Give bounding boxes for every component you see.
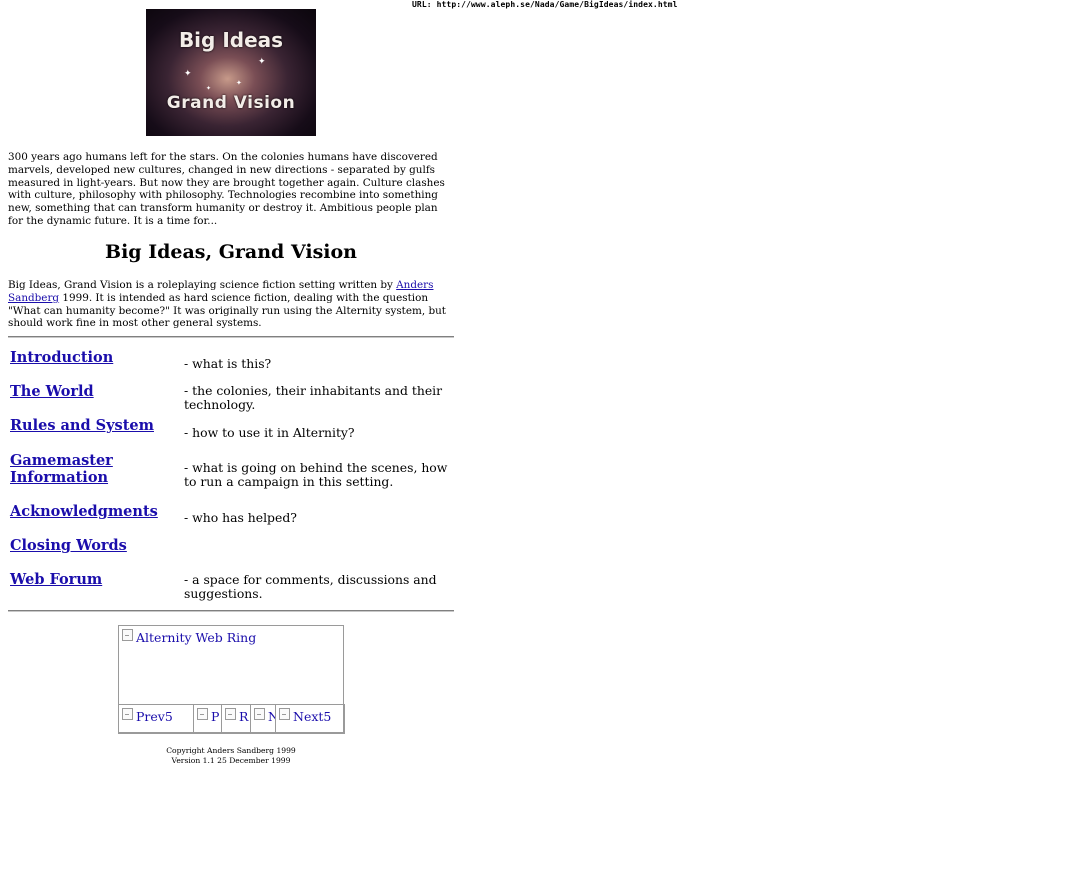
toc-desc-rules-and-system: - how to use it in Alternity? <box>184 425 355 440</box>
intro-paragraph: 300 years ago humans left for the stars.… <box>8 151 445 227</box>
url-value: http://www.aleph.se/Nada/Game/BigIdeas/i… <box>436 0 678 9</box>
broken-image-icon <box>197 708 208 720</box>
toc-desc-acknowledgments: - who has helped? <box>184 510 297 525</box>
webring-cell-prev: P <box>193 704 222 734</box>
webring-cell-next5: Next5 <box>275 704 345 734</box>
webring-prev5-link[interactable]: Prev5 <box>122 708 173 724</box>
url-label: URL: <box>412 0 432 9</box>
webring-prev-label: P <box>211 709 220 724</box>
banner-line-1: Big Ideas <box>178 28 284 52</box>
toc-desc-introduction: - what is this? <box>184 356 272 371</box>
webring-random-link[interactable]: R <box>225 708 248 724</box>
webring-title-link[interactable]: Alternity Web Ring <box>122 629 256 645</box>
toc-link-the-world[interactable]: The World <box>10 383 94 400</box>
webring-next-link[interactable]: N <box>254 708 275 724</box>
toc-link-acknowledgments[interactable]: Acknowledgments <box>10 503 158 520</box>
webring-next5-link[interactable]: Next5 <box>279 708 331 724</box>
star-icon: ✦ <box>236 79 242 87</box>
broken-image-icon <box>122 629 133 641</box>
webring-random-label: R <box>239 709 249 724</box>
banner-image: ✦ ✦ ✦ ✦ Big Ideas Grand Vision <box>146 9 316 136</box>
broken-image-icon <box>225 708 236 720</box>
toc-link-introduction[interactable]: Introduction <box>10 349 113 366</box>
toc-link-web-forum[interactable]: Web Forum <box>10 571 102 588</box>
star-icon: ✦ <box>206 85 212 92</box>
webring-next5-label: Next5 <box>293 709 332 724</box>
version-text: Version 1.1 25 December 1999 <box>171 756 291 765</box>
description-paragraph: Big Ideas, Grand Vision is a roleplaying… <box>8 279 454 330</box>
toc-link-gamemaster-information[interactable]: Gamemaster Information <box>10 452 170 486</box>
toc-desc-web-forum: - a space for comments, discussions and … <box>184 572 437 601</box>
webring-title: Alternity Web Ring <box>136 630 257 645</box>
url-line: URL: http://www.aleph.se/Nada/Game/BigId… <box>412 0 678 9</box>
copyright-text: Copyright Anders Sandberg 1999 <box>166 746 296 755</box>
star-icon: ✦ <box>258 57 266 67</box>
webring-cell-next: N <box>250 704 276 734</box>
description-text-after: 1999. It is intended as hard science fic… <box>8 291 446 330</box>
toc-link-closing-words[interactable]: Closing Words <box>10 537 127 554</box>
webring-cell-random: R <box>221 704 251 734</box>
description-text-before: Big Ideas, Grand Vision is a roleplaying… <box>8 279 397 291</box>
broken-image-icon <box>122 708 133 720</box>
broken-image-icon <box>279 708 290 720</box>
broken-image-icon <box>254 708 265 720</box>
divider-bottom <box>8 610 454 612</box>
toc-link-rules-and-system[interactable]: Rules and System <box>10 417 154 434</box>
webring-prev5-label: Prev5 <box>136 709 173 724</box>
webring-prev-link[interactable]: P <box>197 708 219 724</box>
toc-desc-the-world: - the colonies, their inhabitants and th… <box>184 383 443 412</box>
page-title: Big Ideas, Grand Vision <box>105 241 357 263</box>
banner-line-2: Grand Vision <box>166 93 296 113</box>
toc-desc-gamemaster-information: - what is going on behind the scenes, ho… <box>184 460 448 489</box>
webring-cell-prev5: Prev5 <box>118 704 194 734</box>
star-icon: ✦ <box>184 69 192 79</box>
divider-top <box>8 336 454 338</box>
